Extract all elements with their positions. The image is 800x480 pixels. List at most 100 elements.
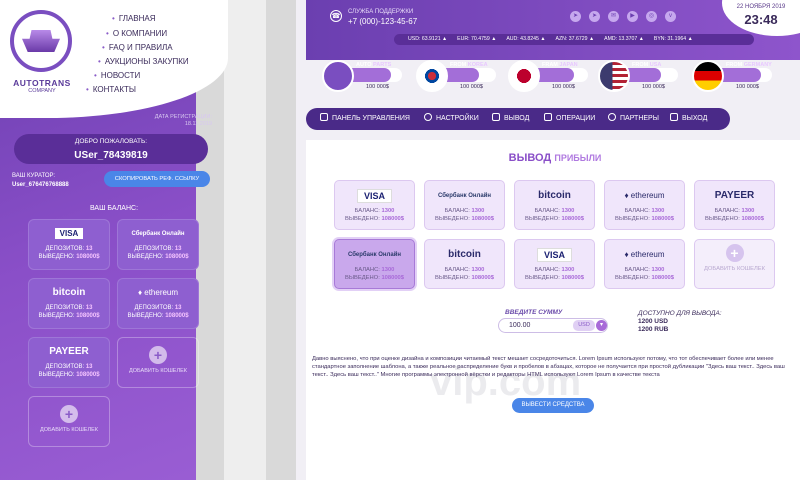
ethereum-icon: ♦ ethereum — [624, 250, 665, 259]
menu-home[interactable]: ГЛАВНАЯ — [112, 14, 156, 23]
wallet-card-sberbank-selected[interactable]: Сбербанк Онлайн БАЛАНС: 1300 ВЫВЕДЕНО: 108… — [334, 239, 415, 289]
nav-settings[interactable]: НАСТРОЙКИ — [424, 108, 479, 130]
germany-flag-icon — [692, 60, 724, 92]
add-wallet-button[interactable]: + ДОБАВИТЬ КОШЕЛЕК — [28, 396, 110, 447]
nav-label: ВЫХОД — [682, 115, 708, 122]
sberbank-icon: Сбербанк Онлайн — [131, 231, 185, 237]
vk-icon[interactable]: v — [665, 11, 676, 22]
balance: 1300 — [651, 267, 665, 273]
label: ВЫВЕДЕНО: — [434, 275, 470, 281]
avail-rub: 1200 RUB — [638, 326, 669, 333]
deposits: 13 — [174, 305, 182, 311]
rate-aud: AUD: 43.8245 ▲ — [506, 36, 546, 42]
curator-label: ВАШ КУРАТОР: — [12, 173, 56, 179]
withdraw-button[interactable]: ВЫВЕСТИ СРЕДСТВА — [512, 398, 594, 413]
bitcoin-icon: bitcoin — [538, 190, 571, 201]
nav-partners[interactable]: ПАРТНЕРЫ — [608, 108, 659, 130]
bitcoin-icon: bitcoin — [448, 249, 481, 260]
menu-contacts[interactable]: КОНТАКТЫ — [86, 85, 136, 94]
menu-faq[interactable]: FAQ И ПРАВИЛА — [102, 43, 173, 52]
avail-usd: 1200 USD — [638, 318, 668, 325]
wallet-card-bitcoin[interactable]: bitcoin БАЛАНС: 1300 ВЫВЕДЕНО: 108000$ — [514, 180, 595, 230]
progress-korea: FROM KOREA 100 000$ — [416, 60, 498, 92]
ethereum-logo-text: ethereum — [144, 288, 179, 297]
balance: 1300 — [471, 208, 485, 214]
wallet-icon — [492, 113, 500, 121]
dashboard-icon — [320, 113, 328, 121]
balance-card-ethereum[interactable]: ♦ ethereum ДЕПОЗИТОВ: 13 ВЫВЕДЕНО: 10800… — [117, 278, 199, 329]
balance: 1300 — [561, 267, 575, 273]
progress-amount: 100 000$ — [552, 84, 575, 90]
withdrawn: 108000$ — [381, 275, 405, 281]
add-wallet-button[interactable]: + ДОБАВИТЬ КОШЕЛЕК — [694, 239, 775, 289]
rate-amd: AMD: 13.3707 ▲ — [604, 36, 644, 42]
visa-icon: VISA — [29, 223, 109, 245]
wallet-card-visa[interactable]: VISA БАЛАНС: 1300 ВЫВЕДЕНО: 108000$ — [334, 180, 415, 230]
progress-japan: FRAM JAPAN 100 000$ — [508, 60, 590, 92]
welcome-label: ДОБРО ПОЖАЛОВАТЬ: — [74, 138, 148, 145]
wallet-card-ethereum[interactable]: ♦ ethereum БАЛАНС: 1300 ВЫВЕДЕНО: 108000$ — [604, 239, 685, 289]
sberbank-icon: Сбербанк Онлайн — [347, 252, 402, 258]
withdrawn: 108000$ — [76, 254, 100, 260]
balance-card-sberbank[interactable]: Сбербанк Онлайн ДЕПОЗИТОВ: 13 ВЫВЕДЕНО: … — [117, 219, 199, 270]
withdrawn: 108000$ — [741, 216, 765, 222]
progress-auto-parts: AUTO PARTS 100 000$ — [322, 60, 404, 92]
time: 23:48 — [744, 12, 778, 27]
balance: 1300 — [381, 267, 395, 273]
wallet-card-ethereum[interactable]: ♦ ethereum БАЛАНС: 1300 ВЫВЕДЕНО: 108000$ — [604, 180, 685, 230]
progress-amount: 100 000$ — [642, 84, 665, 90]
label: ВЫВЕДЕНО: — [127, 313, 164, 319]
label: ВЫВЕДЕНО: — [127, 254, 164, 260]
label: ВЫВЕДЕНО: — [38, 254, 75, 260]
wallet-card-sberbank[interactable]: Сбербанк Онлайн БАЛАНС: 1300 ВЫВЕДЕНО: 108… — [424, 180, 505, 230]
nav-logout[interactable]: ВЫХОД — [670, 108, 707, 130]
menu-auctions[interactable]: АУКЦИОНЫ ЗАКУПКИ — [98, 57, 189, 66]
label: БАЛАНС: — [714, 208, 740, 214]
chevron-down-icon[interactable]: ▾ — [596, 320, 607, 331]
email-icon[interactable]: ✉ — [608, 11, 619, 22]
operations-icon — [544, 113, 552, 121]
label: БАЛАНС: — [444, 267, 470, 273]
menu-news[interactable]: НОВОСТИ — [94, 71, 140, 80]
balance-card-bitcoin[interactable]: bitcoin ДЕПОЗИТОВ: 13 ВЫВЕДЕНО: 108000$ — [28, 278, 110, 329]
menu-about[interactable]: О КОМПАНИИ — [106, 29, 167, 38]
road-lane — [224, 0, 266, 480]
currency-select[interactable]: USD — [573, 320, 595, 331]
korea-flag-icon — [416, 60, 448, 92]
visa-icon: VISA — [335, 185, 414, 207]
nav-withdraw[interactable]: ВЫВОД — [492, 108, 529, 130]
reg-label: ДАТА РЕГИСТРАЦИИ: — [154, 114, 212, 120]
nav-label: ОПЕРАЦИИ — [556, 115, 596, 122]
support-phone[interactable]: +7 (000)-123-45-67 — [348, 17, 417, 26]
username: USer_78439819 — [74, 150, 148, 161]
copy-ref-link-button[interactable]: СКОПИРОВАТЬ РЕФ. ССЫЛКУ — [104, 171, 210, 187]
label: ВЫВЕДЕНО: — [614, 216, 650, 222]
nav-operations[interactable]: ОПЕРАЦИИ — [544, 108, 595, 130]
wallet-card-payeer[interactable]: PAYEER БАЛАНС: 1300 ВЫВЕДЕНО: 108000$ — [694, 180, 775, 230]
balance: 1300 — [741, 208, 755, 214]
logout-icon — [670, 113, 678, 121]
nav-dashboard[interactable]: ПАНЕЛЬ УПРАВЛЕНИЯ — [320, 108, 410, 130]
telegram-icon[interactable]: ➤ — [570, 11, 581, 22]
progress-sub: GERMANY — [743, 62, 772, 68]
rate-byn: BYN: 31.1964 ▲ — [653, 36, 693, 42]
telegram-icon[interactable]: ➤ — [589, 11, 600, 22]
progress-label: FROM — [726, 62, 743, 68]
balance-card-payeer[interactable]: PAYEER ДЕПОЗИТОВ: 13 ВЫВЕДЕНО: 108000$ — [28, 337, 110, 388]
instagram-icon[interactable]: ◎ — [646, 11, 657, 22]
add-wallet-button[interactable]: + ДОБАВИТЬ КОШЕЛЕК — [117, 337, 199, 388]
progress-amount: 100 000$ — [366, 84, 389, 90]
logo-icon[interactable] — [10, 10, 72, 72]
progress-sub: PARTS — [373, 62, 392, 68]
rate-usd: USD: 63.9121 ▲ — [408, 36, 448, 42]
label: ВЫВЕДЕНО: — [38, 372, 75, 378]
wallet-card-bitcoin[interactable]: bitcoin БАЛАНС: 1300 ВЫВЕДЕНО: 108000$ — [424, 239, 505, 289]
add-wallet-label: ДОБАВИТЬ КОШЕЛЕК — [40, 427, 98, 433]
support-label: СЛУЖБА ПОДДЕРЖКИ — [348, 9, 414, 15]
balance-card-visa[interactable]: VISA ДЕПОЗИТОВ: 13 ВЫВЕДЕНО: 108000$ — [28, 219, 110, 270]
balance-title: ВАШ БАЛАНС: — [89, 205, 139, 212]
youtube-icon[interactable]: ▶ — [627, 11, 638, 22]
withdrawn: 108000$ — [76, 313, 100, 319]
wallet-card-visa[interactable]: VISA БАЛАНС: 1300 ВЫВЕДЕНО: 108000$ — [514, 239, 595, 289]
date: 22 НОЯБРЯ 2019 — [736, 4, 786, 10]
